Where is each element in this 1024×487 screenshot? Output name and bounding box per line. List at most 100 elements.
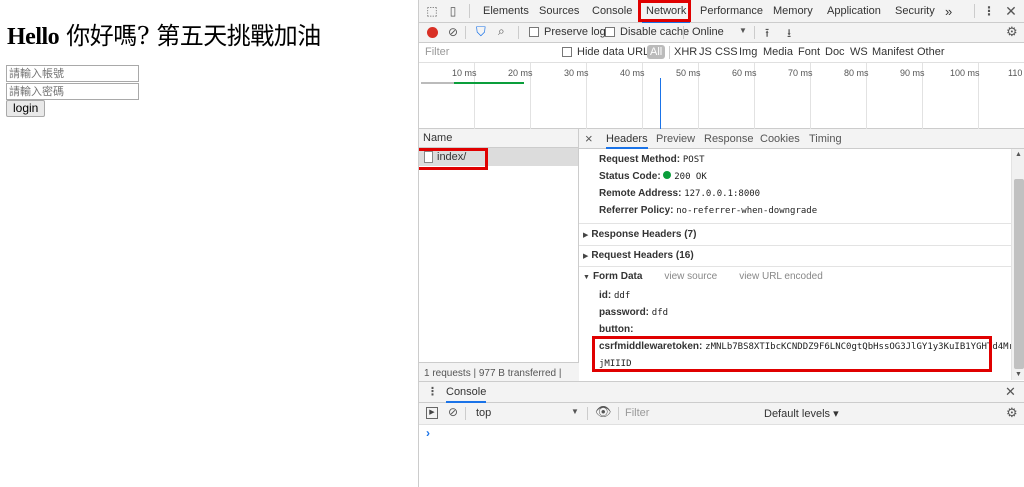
filter-input[interactable]: Filter <box>423 46 551 61</box>
type-filter-media[interactable]: Media <box>763 46 793 58</box>
status-ok-dot-icon <box>663 171 672 179</box>
tab-response[interactable]: Response <box>704 129 754 149</box>
tab-network[interactable]: Network <box>642 0 691 23</box>
context-select[interactable]: top <box>476 407 491 419</box>
drawer-tab-console[interactable]: Console <box>446 382 487 403</box>
tab-cookies[interactable]: Cookies <box>760 129 800 149</box>
record-icon[interactable] <box>427 27 438 38</box>
throttle-select[interactable]: Online <box>692 26 724 38</box>
tab-memory[interactable]: Memory <box>769 0 817 23</box>
device-toolbar-icon[interactable]: ▯ <box>446 4 460 18</box>
type-filter-other[interactable]: Other <box>917 46 945 58</box>
timeline-tick-label: 70 ms <box>788 68 813 78</box>
scroll-up-arrow-icon[interactable]: ▲ <box>1015 151 1022 158</box>
form-data-section[interactable]: ▼ Form Data view source view URL encoded <box>583 271 823 282</box>
dom-content-loaded-marker <box>660 78 661 129</box>
settings-gear-icon[interactable]: ⚙ <box>1006 24 1018 40</box>
request-headers-section[interactable]: ▶ Request Headers (16) <box>583 250 694 261</box>
form-field-label: password: <box>599 307 650 318</box>
timeline-tick-label: 10 ms <box>452 68 477 78</box>
type-filter-font[interactable]: Font <box>798 46 820 58</box>
csrf-token-value-wrap: jMIIID <box>599 359 632 369</box>
console-filter-input[interactable]: Filter <box>625 407 649 419</box>
type-filter-manifest[interactable]: Manifest <box>872 46 914 58</box>
tab-security[interactable]: Security <box>891 0 939 23</box>
timeline-tick-label: 50 ms <box>676 68 701 78</box>
tab-elements[interactable]: Elements <box>479 0 533 23</box>
request-method-label: Request Method: <box>599 154 681 165</box>
type-filter-doc[interactable]: Doc <box>825 46 845 58</box>
drawer-menu-icon[interactable]: ⋮ <box>427 385 438 398</box>
kebab-menu-icon[interactable]: ⋮ <box>982 4 996 18</box>
details-scrollbar[interactable]: ▲ ▼ <box>1011 149 1024 380</box>
type-filter-xhr[interactable]: XHR <box>674 46 697 58</box>
tab-application[interactable]: Application <box>823 0 885 23</box>
remote-address-value: 127.0.0.1:8000 <box>684 189 761 199</box>
clear-console-icon[interactable]: ⊘ <box>448 405 458 419</box>
tab-performance[interactable]: Performance <box>696 0 767 23</box>
import-har-icon[interactable]: ⭱ <box>765 24 769 45</box>
tab-preview[interactable]: Preview <box>656 129 695 149</box>
type-filter-css[interactable]: CSS <box>715 46 738 58</box>
hide-data-urls-label: Hide data URLs <box>577 46 655 58</box>
close-details-icon[interactable]: × <box>585 129 593 149</box>
account-input[interactable] <box>6 65 139 82</box>
disable-cache-label: Disable cache <box>620 26 690 38</box>
document-icon <box>424 151 433 163</box>
request-name: index/ <box>437 151 467 163</box>
clear-icon[interactable]: ⊘ <box>448 25 458 39</box>
tab-timing[interactable]: Timing <box>809 129 842 149</box>
timeline-bar-download <box>454 82 524 84</box>
more-tabs-button[interactable]: » <box>941 0 956 23</box>
preserve-log-label: Preserve log <box>544 26 606 38</box>
status-code-value: 200 OK <box>674 172 707 182</box>
heading-bold: Hello <box>7 24 60 50</box>
login-button[interactable]: login <box>6 100 46 117</box>
referrer-policy-value: no-referrer-when-downgrade <box>676 206 818 216</box>
disable-cache-checkbox[interactable] <box>605 27 615 37</box>
network-timeline-overview[interactable]: 10 ms 20 ms 30 ms 40 ms 50 ms 60 ms 70 m… <box>419 63 1024 129</box>
inspect-element-icon[interactable]: ⬚ <box>425 4 439 18</box>
log-levels-select[interactable]: Default levels ▾ <box>764 407 839 420</box>
live-expression-eye-icon[interactable]: 👁 <box>595 404 612 420</box>
request-headers-title: Request Headers (16) <box>591 250 694 261</box>
column-header-name[interactable]: Name <box>419 129 578 148</box>
close-devtools-icon[interactable]: ✕ <box>1004 4 1018 18</box>
csrf-token-value: zMNLb7BS8XTIbcKCNDDZ9F6LNC0gtQbHssOG3JlG… <box>705 342 1011 352</box>
filter-icon[interactable]: ⛉ <box>476 24 486 40</box>
timeline-tick-label: 60 ms <box>732 68 757 78</box>
response-headers-title: Response Headers (7) <box>591 229 697 240</box>
console-settings-gear-icon[interactable]: ⚙ <box>1006 405 1018 421</box>
type-filter-all[interactable]: All <box>647 45 666 59</box>
show-sidebar-icon[interactable]: ▶ <box>426 407 438 419</box>
request-row[interactable]: index/ <box>419 148 578 166</box>
view-source-link[interactable]: view source <box>664 271 717 282</box>
form-data-title: Form Data <box>592 271 643 282</box>
web-page: Hello 你好嗎? 第五天挑戰加油 login <box>0 0 418 487</box>
status-code-label: Status Code: <box>599 171 661 182</box>
form-field-value: dfd <box>651 308 669 318</box>
console-prompt[interactable]: › <box>426 426 430 440</box>
close-drawer-icon[interactable]: ✕ <box>1005 384 1016 400</box>
response-headers-section[interactable]: ▶ Response Headers (7) <box>583 229 696 240</box>
password-input[interactable] <box>6 83 139 100</box>
view-url-encoded-link[interactable]: view URL encoded <box>739 271 823 282</box>
type-filter-ws[interactable]: WS <box>850 46 868 58</box>
tab-console[interactable]: Console <box>588 0 636 23</box>
search-icon[interactable]: ⌕ <box>498 24 505 39</box>
preserve-log-checkbox[interactable] <box>529 27 539 37</box>
export-har-icon[interactable]: ⭳ <box>787 24 791 45</box>
scrollbar-thumb[interactable] <box>1014 179 1024 369</box>
type-filter-img[interactable]: Img <box>739 46 757 58</box>
network-toolbar: ⊘ ⛉ ⌕ Preserve log Disable cache Online … <box>419 23 1024 43</box>
tab-headers[interactable]: Headers <box>606 129 648 149</box>
timeline-tick-label: 80 ms <box>844 68 869 78</box>
type-filter-js[interactable]: JS <box>699 46 712 58</box>
hide-data-urls-checkbox[interactable] <box>562 47 572 57</box>
page-heading: Hello 你好嗎? 第五天挑戰加油 <box>7 16 321 51</box>
tab-sources[interactable]: Sources <box>535 0 583 23</box>
timeline-bar-queue <box>421 82 454 84</box>
devtools-panel: ⬚ ▯ Elements Sources Console Network Per… <box>418 0 1024 487</box>
devtools-tab-bar: ⬚ ▯ Elements Sources Console Network Per… <box>419 0 1024 23</box>
scroll-down-arrow-icon[interactable]: ▼ <box>1015 371 1022 378</box>
